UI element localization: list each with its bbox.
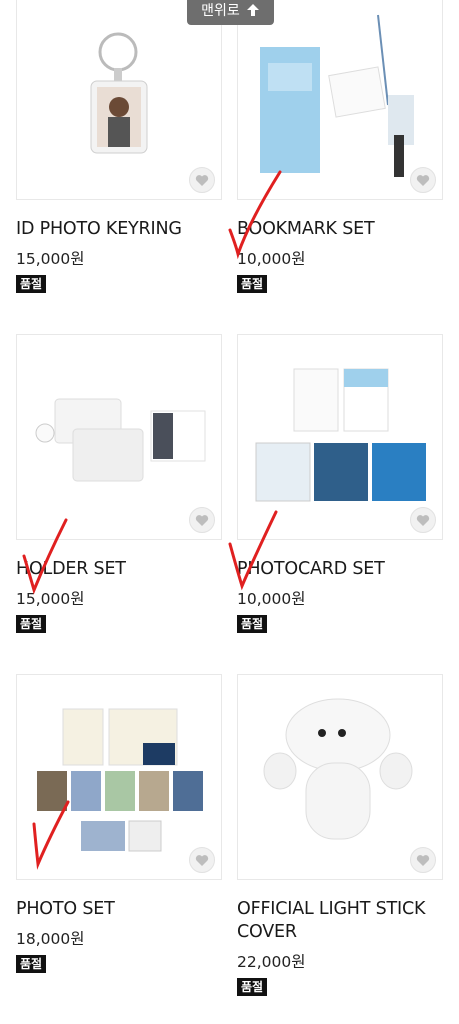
heart-icon [416, 174, 430, 186]
product-card[interactable]: BOOKMARK SET 10,000원 품절 [237, 0, 443, 293]
product-image[interactable] [16, 674, 222, 880]
scroll-to-top-button[interactable]: 맨위로 [187, 0, 274, 25]
wishlist-heart-button[interactable] [189, 507, 215, 533]
product-name[interactable]: PHOTOCARD SET [237, 558, 443, 581]
product-name[interactable]: OFFICIAL LIGHT STICK COVER [237, 898, 443, 944]
arrow-up-icon [246, 3, 259, 16]
product-price: 18,000원 [16, 930, 85, 948]
product-image[interactable] [16, 0, 222, 200]
product-price: 22,000원 [237, 953, 306, 971]
scroll-to-top-label: 맨위로 [201, 2, 240, 19]
holder-set-image [35, 398, 206, 482]
product-price: 10,000원 [237, 250, 306, 268]
sold-out-badge: 품절 [237, 978, 268, 996]
heart-icon [195, 174, 209, 186]
product-image[interactable] [16, 334, 222, 540]
wishlist-heart-button[interactable] [410, 847, 436, 873]
product-card[interactable]: PHOTO SET 18,000원 품절 [16, 674, 222, 973]
heart-icon [195, 854, 209, 866]
heart-icon [416, 854, 430, 866]
heart-icon [195, 514, 209, 526]
product-name[interactable]: BOOKMARK SET [237, 218, 443, 241]
sold-out-badge: 품절 [16, 275, 47, 293]
wishlist-heart-button[interactable] [410, 507, 436, 533]
wishlist-heart-button[interactable] [189, 847, 215, 873]
bookmark-image [260, 14, 414, 177]
product-name[interactable]: HOLDER SET [16, 558, 222, 581]
wishlist-heart-button[interactable] [410, 167, 436, 193]
product-name[interactable]: ID PHOTO KEYRING [16, 218, 222, 241]
product-image[interactable] [237, 334, 443, 540]
wishlist-heart-button[interactable] [189, 167, 215, 193]
sold-out-badge: 품절 [237, 275, 268, 293]
product-card[interactable]: OFFICIAL LIGHT STICK COVER 22,000원 품절 [237, 674, 443, 996]
sold-out-badge: 품절 [237, 615, 268, 633]
product-card[interactable]: HOLDER SET 15,000원 품절 [16, 334, 222, 633]
sold-out-badge: 품절 [16, 615, 47, 633]
product-price: 15,000원 [16, 250, 85, 268]
photocard-set-image [255, 368, 426, 502]
product-image[interactable] [237, 0, 443, 200]
product-card[interactable]: PHOTOCARD SET 10,000원 품절 [237, 334, 443, 633]
sold-out-badge: 품절 [16, 955, 47, 973]
product-image[interactable] [237, 674, 443, 880]
product-card[interactable]: ID PHOTO KEYRING 15,000원 품절 [16, 0, 222, 293]
keyring-image [90, 32, 148, 154]
product-name[interactable]: PHOTO SET [16, 898, 222, 921]
product-price: 15,000원 [16, 590, 85, 608]
light-stick-cover-image [263, 698, 413, 840]
photo-set-image [37, 708, 203, 852]
heart-icon [416, 514, 430, 526]
product-price: 10,000원 [237, 590, 306, 608]
